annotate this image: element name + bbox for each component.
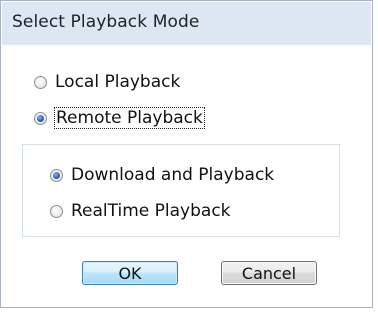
- radio-realtime-playback[interactable]: RealTime Playback: [50, 201, 231, 221]
- dialog-title: Select Playback Mode: [12, 12, 200, 32]
- cancel-button-label: Cancel: [241, 263, 297, 283]
- ok-button-label: OK: [118, 263, 142, 283]
- radio-download-and-playback[interactable]: Download and Playback: [50, 165, 274, 185]
- radio-button-checked-icon[interactable]: [50, 168, 63, 182]
- radio-local-playback[interactable]: Local Playback: [34, 72, 180, 92]
- radio-label-realtime-playback: RealTime Playback: [71, 201, 231, 221]
- cancel-button[interactable]: Cancel: [221, 261, 317, 285]
- radio-label-download-and-playback: Download and Playback: [71, 165, 275, 185]
- select-playback-mode-dialog: Select Playback Mode Local Playback Remo…: [0, 0, 373, 308]
- radio-label-local-playback: Local Playback: [55, 72, 181, 92]
- remote-playback-options-group: [22, 144, 341, 238]
- ok-button[interactable]: OK: [82, 261, 178, 285]
- radio-button-icon[interactable]: [34, 75, 47, 89]
- radio-remote-playback[interactable]: Remote Playback: [34, 107, 205, 129]
- radio-label-remote-playback: Remote Playback: [54, 107, 205, 129]
- dialog-title-bar[interactable]: Select Playback Mode: [2, 2, 371, 45]
- radio-button-checked-icon[interactable]: [34, 111, 47, 125]
- radio-button-icon[interactable]: [50, 204, 63, 218]
